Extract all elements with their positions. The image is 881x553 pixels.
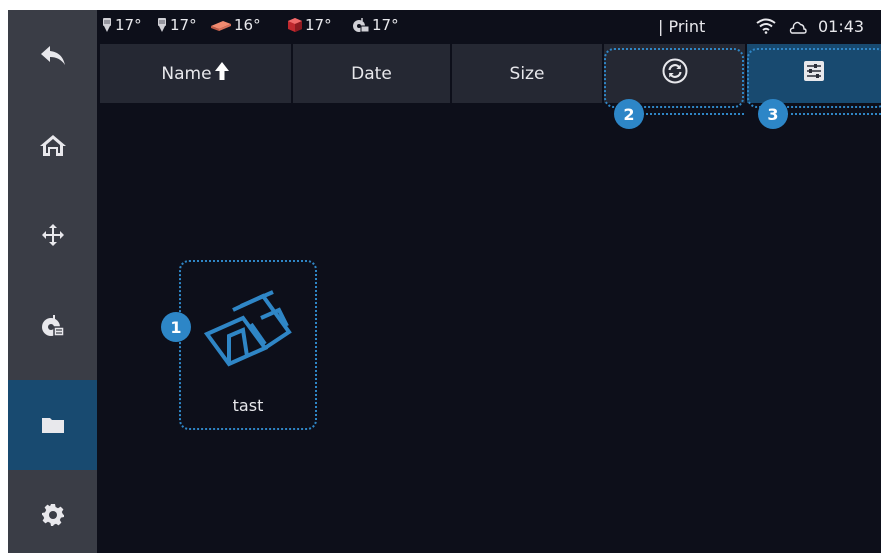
chamber-temp: 17° [287, 14, 332, 36]
gear-icon [41, 503, 65, 527]
page-title: | Print [658, 17, 706, 36]
printer-touchscreen: 17° 17° 16° 17° 17° | Print 01:43 Name D… [8, 10, 881, 553]
nozzle-2-icon [156, 17, 168, 33]
sidebar-item-move[interactable] [8, 190, 97, 280]
gcode-file-thumbnail-icon [203, 284, 293, 374]
cloud-icon [789, 19, 807, 38]
nozzle-2-value: 17° [170, 16, 197, 34]
filament-spool-icon [40, 313, 66, 337]
status-bar: 17° 17° 16° 17° 17° | Print 01:43 [97, 10, 881, 44]
chamber-icon [287, 17, 303, 33]
nozzle-1-temp: 17° [101, 14, 142, 36]
sidebar [8, 10, 97, 553]
tab-sort-name[interactable]: Name [100, 44, 291, 103]
sort-ascending-arrow-icon [214, 61, 230, 86]
clock: 01:43 [818, 17, 865, 36]
filament-value: 17° [372, 16, 399, 34]
heated-bed-value: 16° [234, 16, 261, 34]
chamber-value: 17° [305, 16, 332, 34]
filament-spool-icon [352, 17, 370, 33]
sidebar-item-settings[interactable] [8, 470, 97, 553]
sidebar-item-home[interactable] [8, 100, 97, 190]
callout-3-badge: 3 [758, 99, 788, 129]
file-name: tast [232, 396, 264, 415]
nozzle-1-icon [101, 17, 113, 33]
wifi-icon [756, 18, 776, 38]
file-item[interactable]: tast [179, 260, 317, 430]
tab-sort-date-label: Date [351, 63, 392, 84]
filament-temp: 17° [352, 14, 399, 36]
folder-icon [41, 416, 65, 434]
callout-2-line [642, 113, 744, 115]
callout-2-badge: 2 [614, 99, 644, 129]
callout-1-badge: 1 [161, 312, 191, 342]
heated-bed-icon [210, 18, 232, 32]
heated-bed-temp: 16° [210, 14, 261, 36]
move-icon [41, 223, 65, 247]
tab-sort-date[interactable]: Date [293, 44, 450, 103]
sidebar-item-back[interactable] [8, 10, 97, 100]
callout-3-line [786, 113, 881, 115]
tab-sort-size[interactable]: Size [452, 44, 602, 103]
tab-sort-size-label: Size [509, 63, 545, 84]
sidebar-item-filament[interactable] [8, 280, 97, 370]
sidebar-item-files[interactable] [8, 380, 97, 470]
home-icon [39, 133, 67, 157]
nozzle-1-value: 17° [115, 16, 142, 34]
tab-sort-name-label: Name [161, 63, 212, 84]
back-arrow-icon [40, 44, 66, 66]
nozzle-2-temp: 17° [156, 14, 197, 36]
